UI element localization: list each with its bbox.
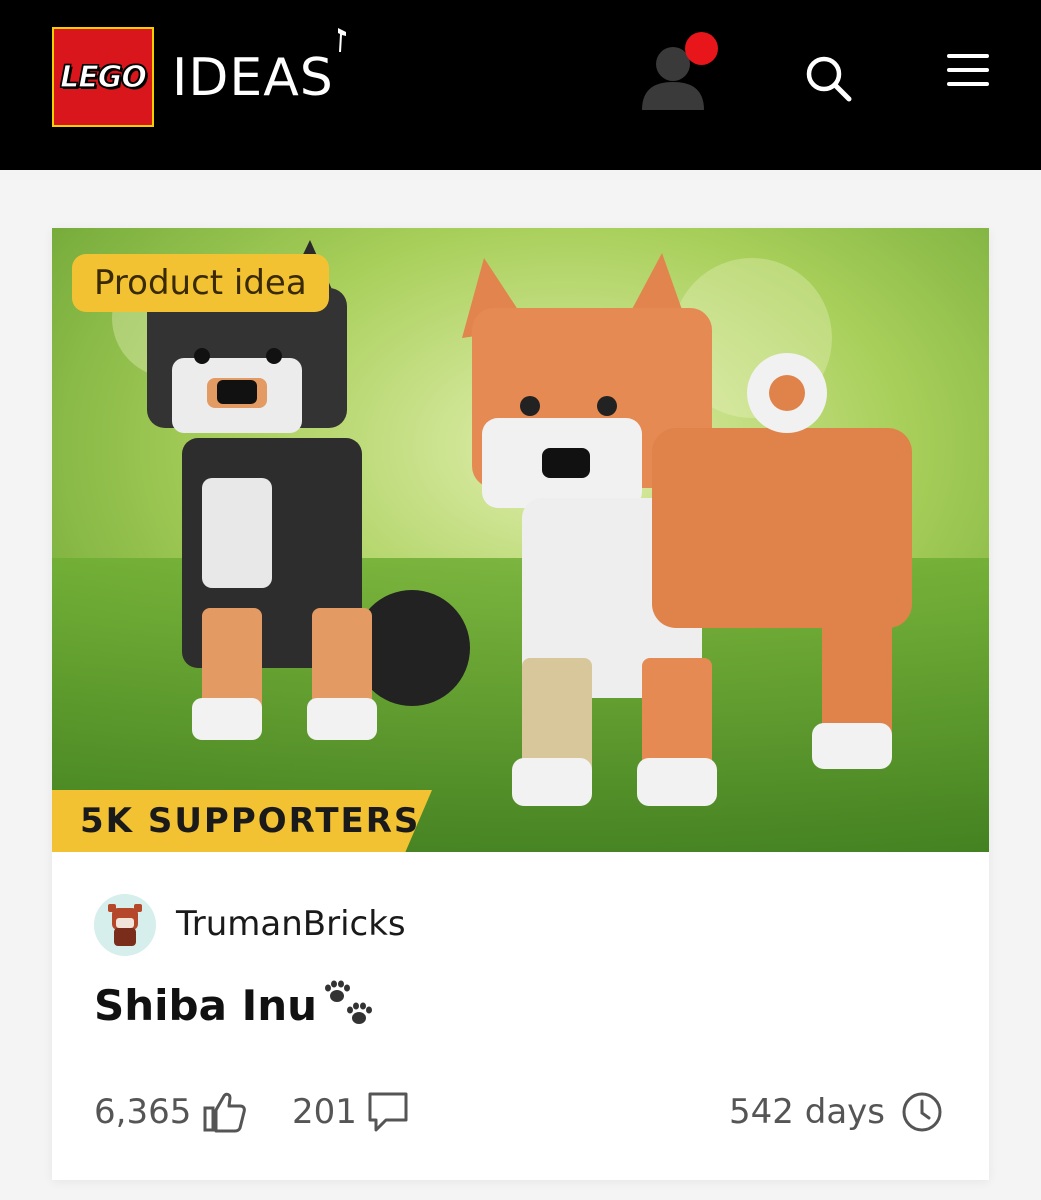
days-remaining: 542 days <box>729 1092 885 1132</box>
comment-count: 201 <box>292 1092 357 1132</box>
author-avatar[interactable] <box>94 894 156 956</box>
ideas-wordmark[interactable]: IDEAS <box>172 48 334 108</box>
comment-bubble-icon[interactable] <box>366 1090 410 1134</box>
notification-dot <box>685 32 718 65</box>
product-image[interactable]: Product idea 5K SUPPORTERS <box>52 228 989 852</box>
site-header: LEGO IDEAS <box>0 0 1041 170</box>
product-idea-badge: Product idea <box>72 254 329 312</box>
support-count: 6,365 <box>94 1092 192 1132</box>
supporters-banner: 5K SUPPORTERS <box>52 790 432 852</box>
red-panda-avatar-icon <box>94 894 156 956</box>
project-title[interactable]: Shiba Inu <box>94 980 377 1032</box>
lego-logo[interactable]: LEGO <box>52 27 154 127</box>
search-icon[interactable] <box>802 52 856 106</box>
product-image-art <box>52 228 989 852</box>
menu-icon[interactable] <box>945 50 991 90</box>
product-card[interactable]: Product idea 5K SUPPORTERS TrumanBricks … <box>52 228 989 1180</box>
clock-icon <box>902 1092 942 1132</box>
thumbs-up-icon[interactable] <box>202 1090 248 1134</box>
lightbulb-mark-icon <box>338 28 346 52</box>
author-name[interactable]: TrumanBricks <box>176 902 406 946</box>
project-title-text: Shiba Inu <box>94 981 318 1030</box>
paw-prints-icon <box>325 980 373 1024</box>
lego-logo-text: LEGO <box>60 59 148 95</box>
